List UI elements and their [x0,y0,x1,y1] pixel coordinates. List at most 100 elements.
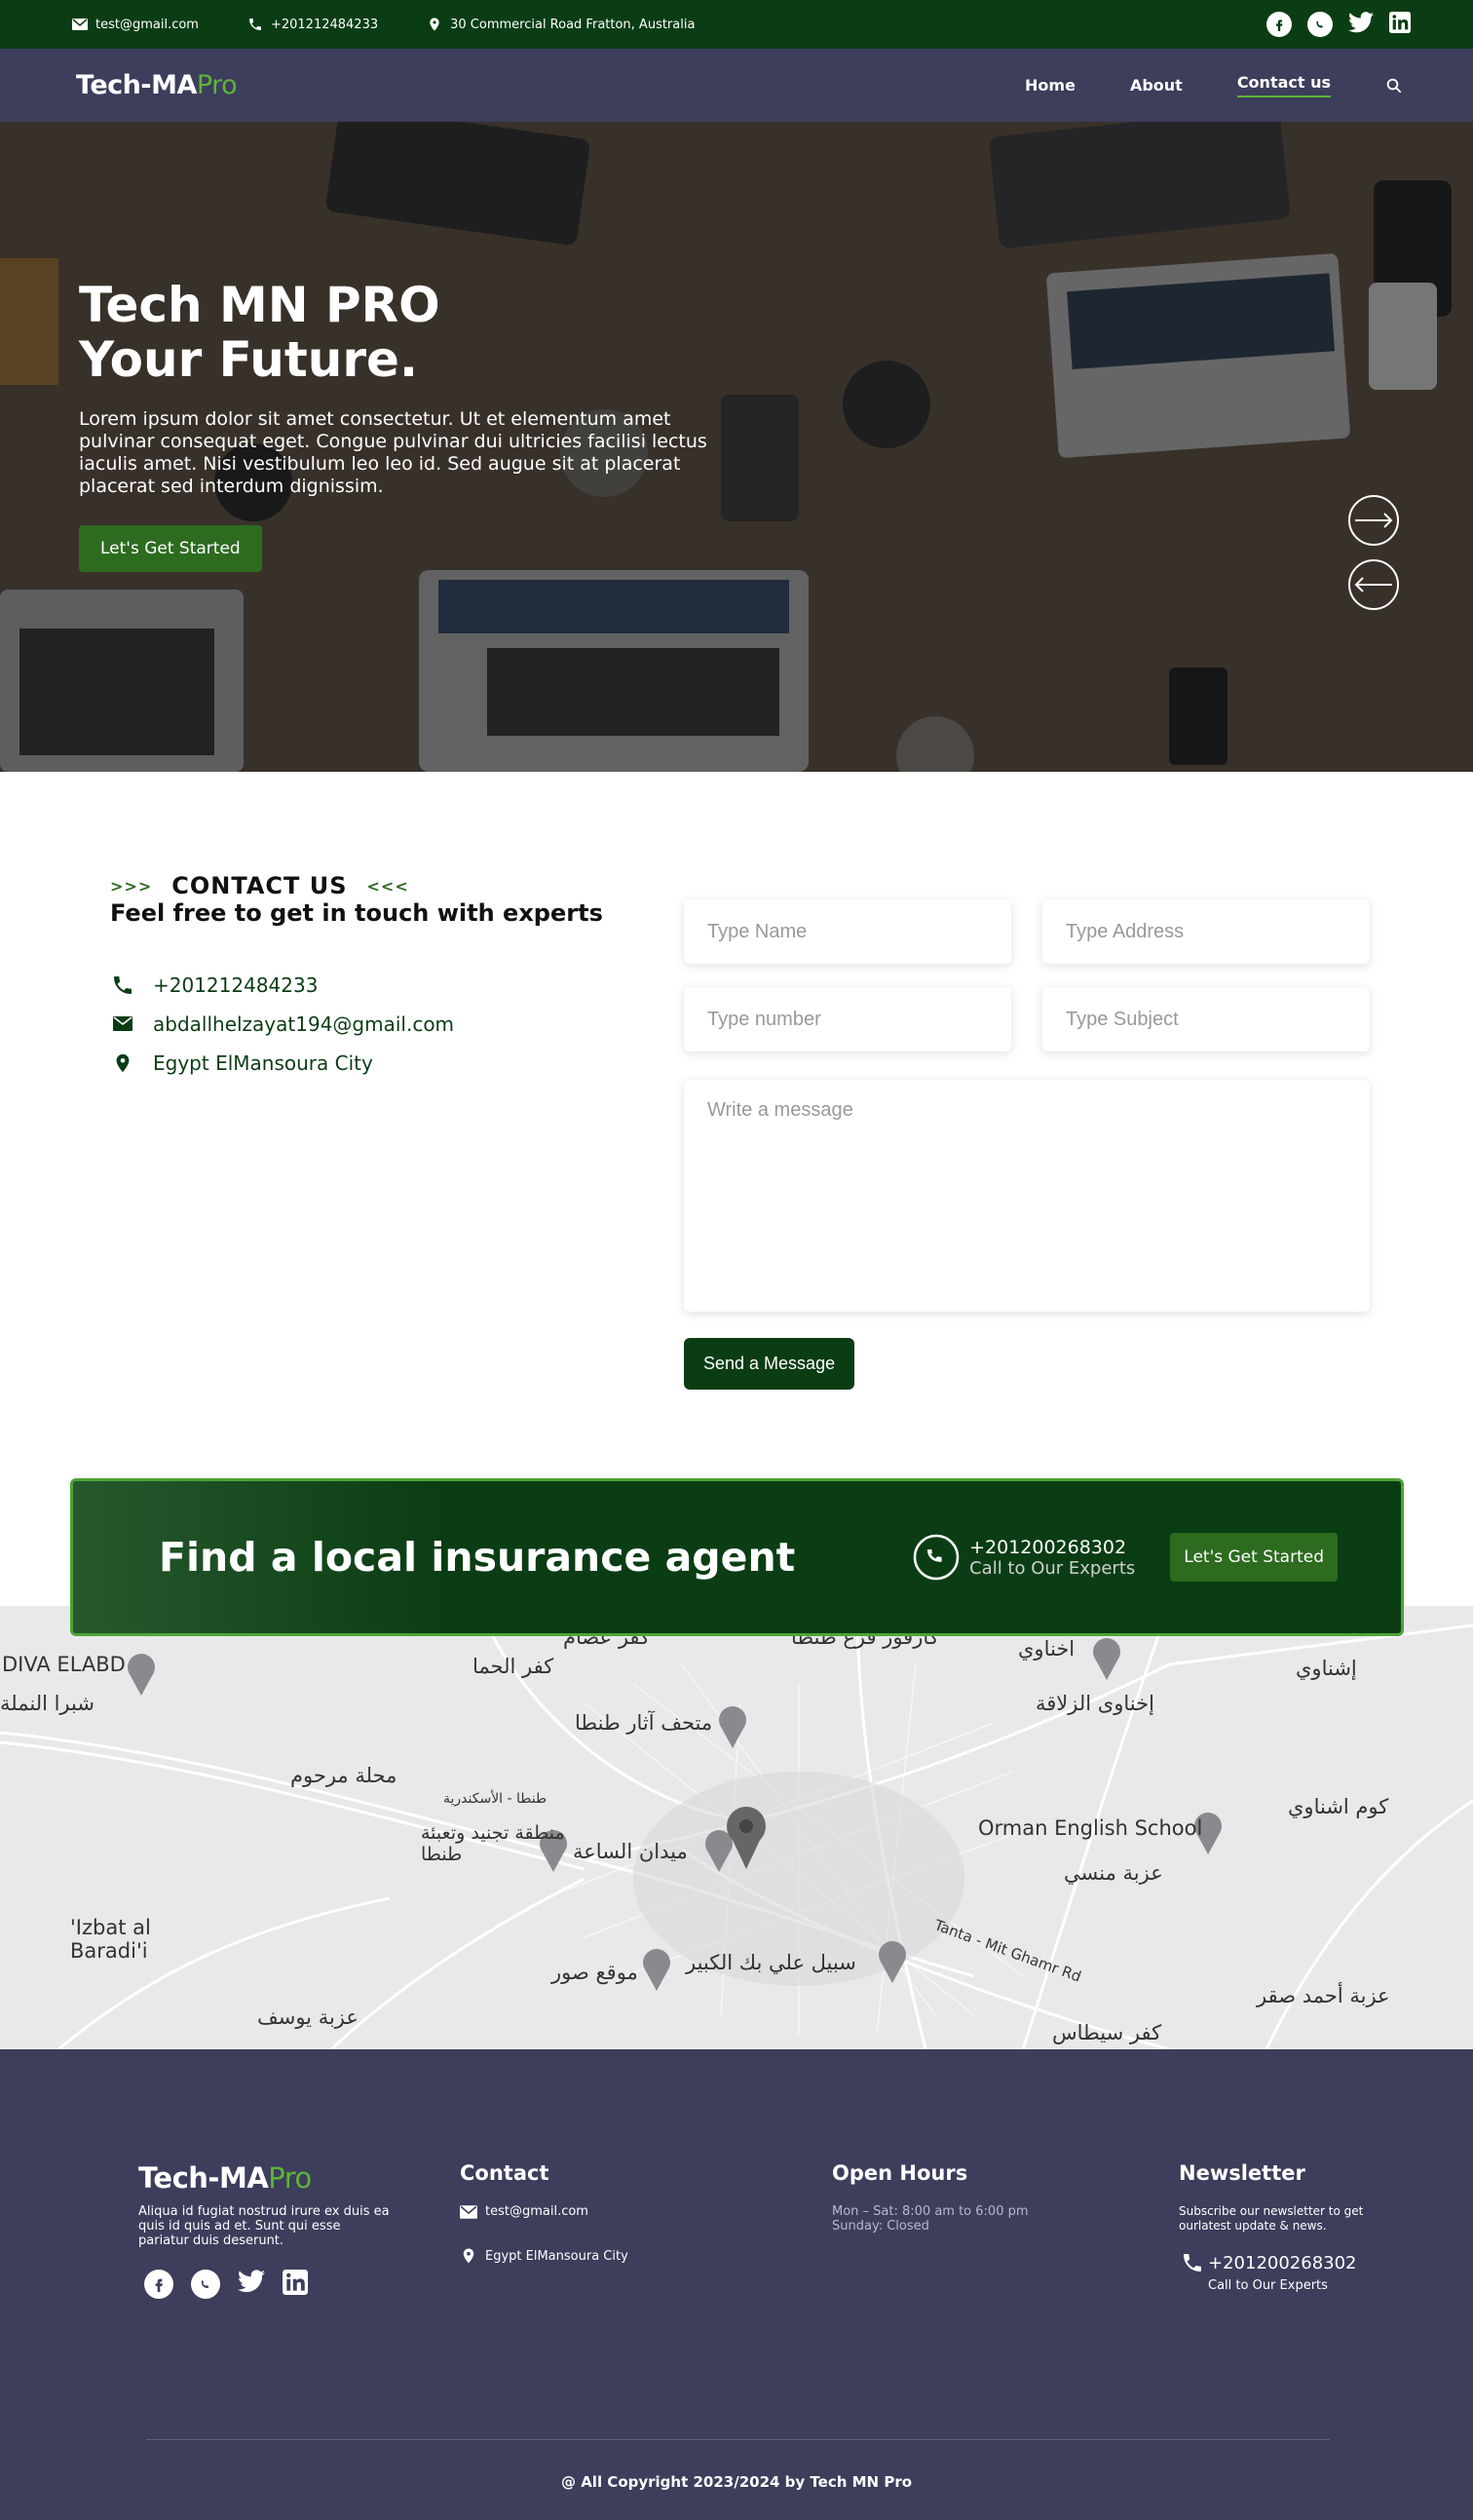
number-input[interactable] [684,987,1011,1051]
contact-section-label: >>> CONTACT US <<< [110,872,603,899]
map-label: إخناوى الزلاقة [1036,1692,1154,1715]
prev-arrow-icon[interactable] [1348,559,1399,610]
chevron-right-decor: <<< [366,876,409,896]
linkedin-icon[interactable] [1389,12,1411,37]
footer-email-row[interactable]: test@gmail.com [460,2204,703,2219]
footer-hours-title: Open Hours [832,2161,968,2185]
footer-hours-weekday: Mon – Sat: 8:00 am to 6:00 pm [832,2204,1029,2219]
contact-heading: Feel free to get in touch with experts [110,899,603,927]
map-label: محلة مرحوم [290,1764,397,1787]
topbar-social-links [1266,12,1411,37]
banner-actions: +201200268302 Call to Our Experts Let's … [913,1533,1338,1582]
address-input[interactable] [1042,899,1370,964]
footer-newsletter-column: Newsletter Subscribe our newsletter to g… [1179,2161,1374,2293]
message-textarea[interactable] [684,1080,1370,1312]
hero-title-line2: Your Future. [79,331,418,388]
topbar-address: 30 Commercial Road Fratton, Australia [427,16,695,33]
main-navbar: Tech-MAPro Home About Contact us [0,49,1473,122]
phone-icon [114,976,132,994]
mail-icon [460,2204,477,2219]
hero-title: Tech MN PRO Your Future. [79,278,722,387]
hero-section: Tech MN PRO Your Future. Lorem ipsum dolo… [0,122,1473,772]
twitter-icon[interactable] [238,2270,265,2299]
map-label: 'Izbat al Baradi'i [70,1916,151,1963]
location-pin-icon [430,18,439,31]
footer-logo[interactable]: Tech-MAPro [138,2161,392,2195]
nav-link-about[interactable]: About [1130,76,1183,95]
footer-newsletter-title: Newsletter [1179,2161,1305,2185]
contact-label-text: CONTACT US [171,872,348,899]
contact-phone-row[interactable]: +201212484233 [110,974,603,997]
banner-get-started-button[interactable]: Let's Get Started [1170,1533,1338,1582]
footer-contact-column: Contact test@gmail.com Egypt ElMansoura … [460,2161,703,2266]
footer-copyright: @ All Copyright 2023/2024 by Tech MN Pro [560,2473,913,2491]
nav-links: Home About Contact us [1025,73,1403,97]
whatsapp-icon[interactable] [1307,12,1333,37]
topbar-email-text: test@gmail.com [95,17,199,32]
map-label: شبرا النملة [0,1692,94,1715]
banner-phone-number: +201200268302 [969,1536,1127,1558]
logo-accent-text: Pro [196,70,238,100]
map-label: عزبة أحمد صقر [1257,1984,1390,2007]
topbar-phone-text: +201212484233 [270,17,379,32]
topbar-address-text: 30 Commercial Road Fratton, Australia [450,17,696,32]
nav-link-contact[interactable]: Contact us [1236,73,1331,97]
map-label: عزبة يوسف [257,2005,359,2029]
footer-email-text: test@gmail.com [485,2204,588,2219]
map-label: كوم اشناوي [1288,1795,1389,1818]
footer-hours-column: Open Hours Mon – Sat: 8:00 am to 6:00 pm… [832,2161,1085,2234]
contact-details: +201212484233 abdallhelzayat194@gmail.co… [110,974,603,1075]
topbar-phone[interactable]: +201212484233 [247,17,378,32]
mail-icon [113,1016,132,1031]
hero-content: Tech MN PRO Your Future. Lorem ipsum dolo… [79,278,722,572]
footer-phone-caption: Call to Our Experts [1208,2278,1328,2293]
banner-phone-caption: Call to Our Experts [969,1557,1136,1579]
whatsapp-icon[interactable] [191,2270,220,2299]
map-label: DIVA ELABD [2,1653,126,1676]
hero-get-started-button[interactable]: Let's Get Started [79,525,262,572]
nav-link-home[interactable]: Home [1025,76,1076,95]
map-label: متحف آثار طنطا [575,1711,713,1735]
footer-about-text: Aliqua id fugiat nostrud irure ex duis e… [138,2204,390,2248]
contact-email-row[interactable]: abdallhelzayat194@gmail.com [110,1012,603,1036]
map-label: ميدان الساعة [573,1840,688,1863]
map-label: منطقة تجنيد وتعبئة طنطا [421,1822,565,1865]
contact-phone-text: +201212484233 [153,974,319,997]
subject-input[interactable] [1042,987,1370,1051]
location-pin-icon [116,1053,130,1073]
footer-social-links [144,2270,392,2299]
twitter-icon[interactable] [1348,12,1374,37]
name-input[interactable] [684,899,1011,964]
footer-contact-title: Contact [460,2161,549,2185]
send-message-button[interactable]: Send a Message [684,1338,855,1390]
next-arrow-icon[interactable] [1348,495,1399,546]
site-footer: Tech-MAPro Aliqua id fugiat nostrud irur… [0,2049,1473,2520]
banner-phone[interactable]: +201200268302 Call to Our Experts [913,1534,1135,1581]
phone-icon [1184,2254,1201,2272]
footer-newsletter-text: Subscribe our newsletter to get ourlates… [1179,2204,1364,2233]
logo-main-text: Tech-MA [76,70,197,100]
map-label: Orman English School [978,1816,1203,1840]
phone-icon [248,19,261,30]
banner-title: Find a local insurance agent [159,1534,796,1581]
facebook-icon[interactable] [1266,12,1292,37]
map-label: عزبة منسي [1064,1861,1163,1885]
map-label: كفر الحما [472,1655,554,1678]
footer-location-row: Egypt ElMansoura City [460,2246,703,2266]
facebook-icon[interactable] [144,2270,173,2299]
site-logo[interactable]: Tech-MAPro [76,70,238,100]
map-label: طنطا - الأسكندرية [443,1791,548,1807]
linkedin-icon[interactable] [283,2270,308,2299]
footer-phone-row[interactable]: +201200268302 [1181,2251,1374,2274]
topbar-email[interactable]: test@gmail.com [72,18,199,32]
search-icon[interactable] [1385,77,1403,95]
location-map[interactable]: كفر عصام كارفور فرع طنطا اخناوي DIVA ELA… [0,1606,1473,2049]
hero-description: Lorem ipsum dolor sit amet consectetur. … [79,408,707,497]
hero-title-line1: Tech MN PRO [79,277,440,333]
map-label: سبيل علي بك الكبير [686,1951,856,1974]
contact-location-text: Egypt ElMansoura City [153,1051,373,1075]
contact-email-text: abdallhelzayat194@gmail.com [153,1012,455,1036]
map-label: إشناوي [1296,1657,1357,1680]
footer-logo-main: Tech-MA [138,2161,269,2195]
footer-hours-sunday: Sunday: Closed [832,2219,929,2234]
